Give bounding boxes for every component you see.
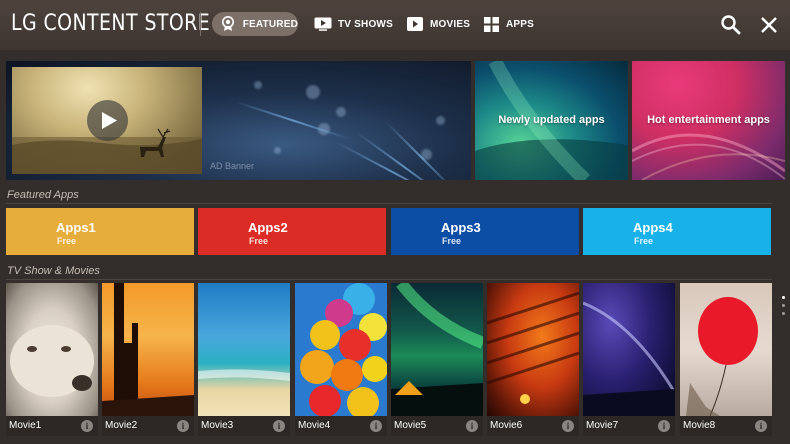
close-icon (761, 17, 777, 33)
tab-tv-shows-label: TV SHOWS (338, 18, 393, 30)
newly-updated-apps-label: Newly updated apps (498, 114, 605, 126)
movie-tile[interactable]: Movie2 i (102, 283, 194, 436)
movie-title: Movie1 (9, 420, 42, 431)
app-tile[interactable]: Apps2 Free (198, 208, 386, 255)
movie-poster (487, 283, 579, 416)
movie-title: Movie4 (298, 420, 331, 431)
app-price: Free (442, 236, 462, 246)
tv-play-icon (314, 15, 332, 33)
hot-entertainment-apps-label: Hot entertainment apps (647, 114, 770, 126)
info-icon[interactable]: i (562, 420, 574, 432)
bokeh-light (306, 85, 320, 99)
movie-poster (102, 283, 194, 416)
info-icon[interactable]: i (81, 420, 93, 432)
tv-movies-heading: TV Show & Movies (7, 265, 100, 277)
app-tile[interactable]: Apps3 Free (391, 208, 579, 255)
search-button[interactable] (720, 14, 742, 36)
page-dot[interactable] (781, 304, 785, 307)
info-icon[interactable]: i (658, 420, 670, 432)
movie-play-icon (406, 15, 424, 33)
play-button[interactable] (87, 100, 128, 141)
movie-tile[interactable]: Movie5 i (391, 283, 483, 436)
store-logo: LG CONTENT STORE (11, 11, 211, 36)
movie-tile[interactable]: Movie8 i (680, 283, 772, 436)
close-button[interactable] (758, 14, 780, 36)
bokeh-light (436, 116, 445, 125)
tab-movies-label: MOVIES (430, 18, 471, 30)
light-streak (235, 101, 351, 141)
movie-caption-bar: Movie2 i (102, 416, 194, 436)
top-bar: LG CONTENT STORE FEATURED TV SHOWS MOVIE… (0, 0, 790, 50)
movie-title: Movie8 (683, 420, 716, 431)
movie-caption-bar: Movie3 i (198, 416, 290, 436)
app-price: Free (57, 236, 77, 246)
app-tile[interactable]: Apps4 Free (583, 208, 771, 255)
page-dot[interactable] (781, 312, 785, 315)
apps-grid-icon (482, 15, 500, 33)
movie-poster (295, 283, 387, 416)
movie-title: Movie5 (394, 420, 427, 431)
section-divider (6, 279, 772, 280)
app-name: Apps2 (248, 220, 288, 235)
movie-poster (583, 283, 675, 416)
movie-tile[interactable]: Movie6 i (487, 283, 579, 436)
app-tile[interactable]: Apps1 Free (6, 208, 194, 255)
app-price: Free (249, 236, 269, 246)
movie-tile[interactable]: Movie4 i (295, 283, 387, 436)
ad-banner-label: AD Banner (210, 161, 255, 171)
movie-caption-bar: Movie1 i (6, 416, 98, 436)
tab-tv-shows[interactable]: TV SHOWS (314, 12, 393, 36)
movie-title: Movie6 (490, 420, 523, 431)
movie-poster (680, 283, 772, 416)
info-icon[interactable]: i (370, 420, 382, 432)
tab-apps-label: APPS (506, 18, 535, 30)
info-icon[interactable]: i (177, 420, 189, 432)
movie-poster (6, 283, 98, 416)
tab-featured-label: FEATURED (242, 18, 298, 30)
tab-apps[interactable]: APPS (482, 12, 534, 36)
featured-apps-heading: Featured Apps (7, 189, 79, 201)
movie-tile[interactable]: Movie7 i (583, 283, 675, 436)
movie-caption-bar: Movie6 i (487, 416, 579, 436)
movie-caption-bar: Movie5 i (391, 416, 483, 436)
info-icon[interactable]: i (466, 420, 478, 432)
movie-tile[interactable]: Movie3 i (198, 283, 290, 436)
featured-badge-icon (220, 15, 237, 33)
movie-poster (198, 283, 290, 416)
movie-title: Movie7 (586, 420, 619, 431)
play-icon (102, 112, 117, 129)
movie-title: Movie3 (201, 420, 234, 431)
info-icon[interactable]: i (273, 420, 285, 432)
movie-caption-bar: Movie7 i (583, 416, 675, 436)
tab-featured[interactable]: FEATURED (212, 12, 298, 36)
header-divider (200, 12, 201, 36)
movie-caption-bar: Movie8 i (680, 416, 772, 436)
section-divider (6, 203, 772, 204)
info-icon[interactable]: i (755, 420, 767, 432)
app-price: Free (634, 236, 654, 246)
movie-title: Movie2 (105, 420, 138, 431)
newly-updated-apps-banner[interactable]: Newly updated apps (475, 61, 628, 180)
movie-tile[interactable]: Movie1 i (6, 283, 98, 436)
app-name: Apps1 (56, 220, 96, 235)
bokeh-light (336, 107, 346, 117)
movie-caption-bar: Movie4 i (295, 416, 387, 436)
search-icon (721, 15, 741, 35)
tab-movies[interactable]: MOVIES (406, 12, 470, 36)
hot-entertainment-apps-banner[interactable]: Hot entertainment apps (632, 61, 785, 180)
bokeh-light (274, 147, 281, 154)
app-name: Apps3 (441, 220, 481, 235)
bokeh-light (254, 81, 262, 89)
page-dot[interactable] (781, 296, 785, 299)
app-name: Apps4 (633, 220, 673, 235)
page-indicator[interactable] (780, 296, 786, 320)
movie-poster (391, 283, 483, 416)
